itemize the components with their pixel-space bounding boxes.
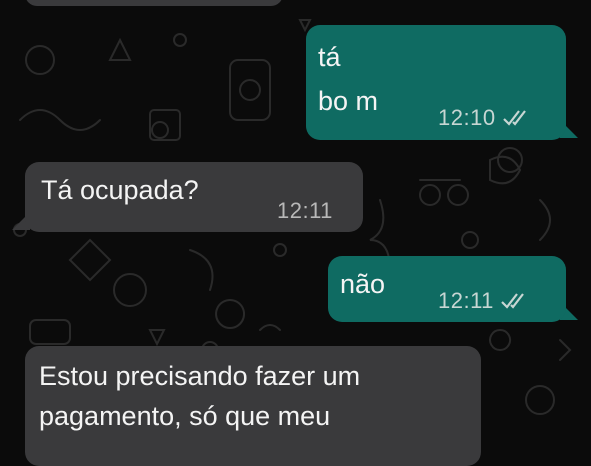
message-text-line: Estou precisando fazer um <box>39 361 361 391</box>
message-time: 12:11 <box>277 198 333 223</box>
read-double-check-icon <box>502 110 526 126</box>
message-meta: 12:11 <box>277 198 333 224</box>
outgoing-message-bubble[interactable]: não 12:11 <box>328 256 566 322</box>
message-text-line: tá <box>318 42 341 72</box>
message-text-line: pagamento, só que meu <box>39 401 331 431</box>
read-double-check-icon <box>501 293 524 309</box>
outgoing-message-bubble[interactable]: tá bo m 12:10 <box>306 25 566 140</box>
incoming-message-bubble[interactable] <box>25 0 283 6</box>
message-time: 12:10 <box>438 105 496 130</box>
incoming-message-bubble[interactable]: Estou precisando fazer um pagamento, só … <box>25 346 481 466</box>
message-text-line: bo m <box>318 86 379 116</box>
incoming-message-bubble[interactable]: Tá ocupada? 12:11 <box>25 162 363 232</box>
message-time: 12:11 <box>438 288 494 313</box>
message-meta: 12:11 <box>438 288 530 314</box>
message-meta: 12:10 <box>438 105 532 131</box>
message-text: Tá ocupada? <box>41 175 199 205</box>
message-text: não <box>340 269 386 299</box>
